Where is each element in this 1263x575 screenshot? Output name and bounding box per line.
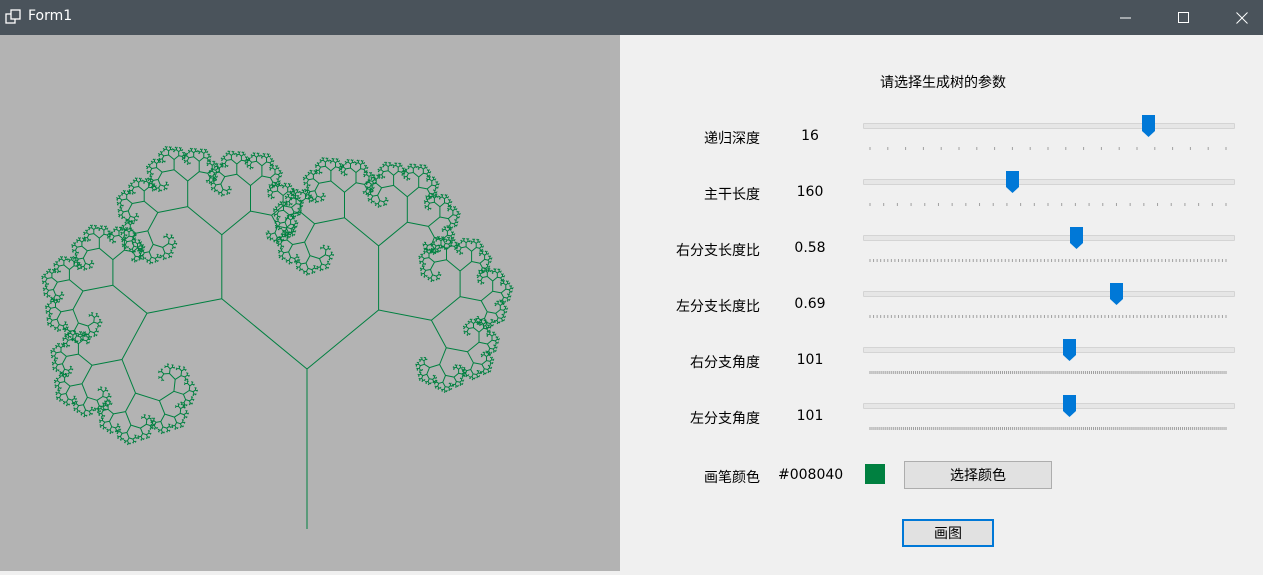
value-left-branch-angle: 101 (796, 408, 824, 424)
label-right-branch-angle: 右分支角度 (690, 355, 760, 371)
fractal-tree (41, 146, 514, 529)
slider-thumb-right-branch-angle[interactable] (1062, 339, 1076, 361)
ticks-recursion-depth (863, 140, 1233, 150)
draw-button[interactable]: 画图 (902, 519, 994, 547)
label-pen-color: 画笔颜色 (704, 470, 760, 486)
ticks-right-branch-angle (863, 364, 1233, 374)
slider-right-branch-angle[interactable] (863, 347, 1235, 353)
label-left-branch-angle: 左分支角度 (690, 411, 760, 427)
minimize-button[interactable] (1097, 0, 1155, 35)
value-left-branch-ratio: 0.69 (794, 296, 826, 312)
ticks-left-branch-ratio (863, 308, 1233, 318)
slider-thumb-right-branch-ratio[interactable] (1070, 227, 1084, 249)
slider-thumb-trunk-length[interactable] (1005, 171, 1019, 193)
slider-thumb-left-branch-angle[interactable] (1062, 395, 1076, 417)
label-trunk-length: 主干长度 (704, 187, 760, 203)
window-icon (5, 9, 21, 24)
value-right-branch-angle: 101 (796, 352, 824, 368)
window-title: Form1 (28, 8, 73, 24)
slider-right-branch-ratio[interactable] (863, 235, 1235, 241)
panel-heading: 请选择生成树的参数 (880, 75, 1006, 91)
ticks-left-branch-angle (863, 420, 1233, 430)
slider-trunk-length[interactable] (863, 179, 1235, 185)
value-pen-color: #008040 (778, 467, 844, 483)
maximize-icon (1178, 11, 1189, 23)
maximize-button[interactable] (1155, 0, 1213, 35)
close-icon (1236, 11, 1248, 24)
choose-color-label: 选择颜色 (950, 468, 1006, 484)
slider-recursion-depth[interactable] (863, 123, 1235, 129)
choose-color-button[interactable]: 选择颜色 (904, 461, 1052, 489)
minimize-icon (1120, 17, 1131, 18)
slider-left-branch-angle[interactable] (863, 403, 1235, 409)
slider-thumb-recursion-depth[interactable] (1141, 115, 1155, 137)
slider-thumb-left-branch-ratio[interactable] (1109, 283, 1123, 305)
ticks-right-branch-ratio (863, 252, 1233, 262)
slider-left-branch-ratio[interactable] (863, 291, 1235, 297)
draw-label: 画图 (934, 526, 962, 542)
value-recursion-depth: 16 (801, 128, 819, 144)
title-bar: Form1 (0, 0, 1263, 35)
label-left-branch-ratio: 左分支长度比 (676, 299, 760, 315)
drawing-canvas (0, 35, 620, 571)
close-button[interactable] (1213, 0, 1263, 35)
value-right-branch-ratio: 0.58 (794, 240, 826, 256)
tree-branches (41, 146, 514, 529)
ticks-trunk-length (863, 196, 1233, 206)
value-trunk-length: 160 (796, 184, 824, 200)
label-recursion-depth: 递归深度 (704, 131, 760, 147)
pen-color-swatch (865, 464, 885, 484)
label-right-branch-ratio: 右分支长度比 (676, 243, 760, 259)
